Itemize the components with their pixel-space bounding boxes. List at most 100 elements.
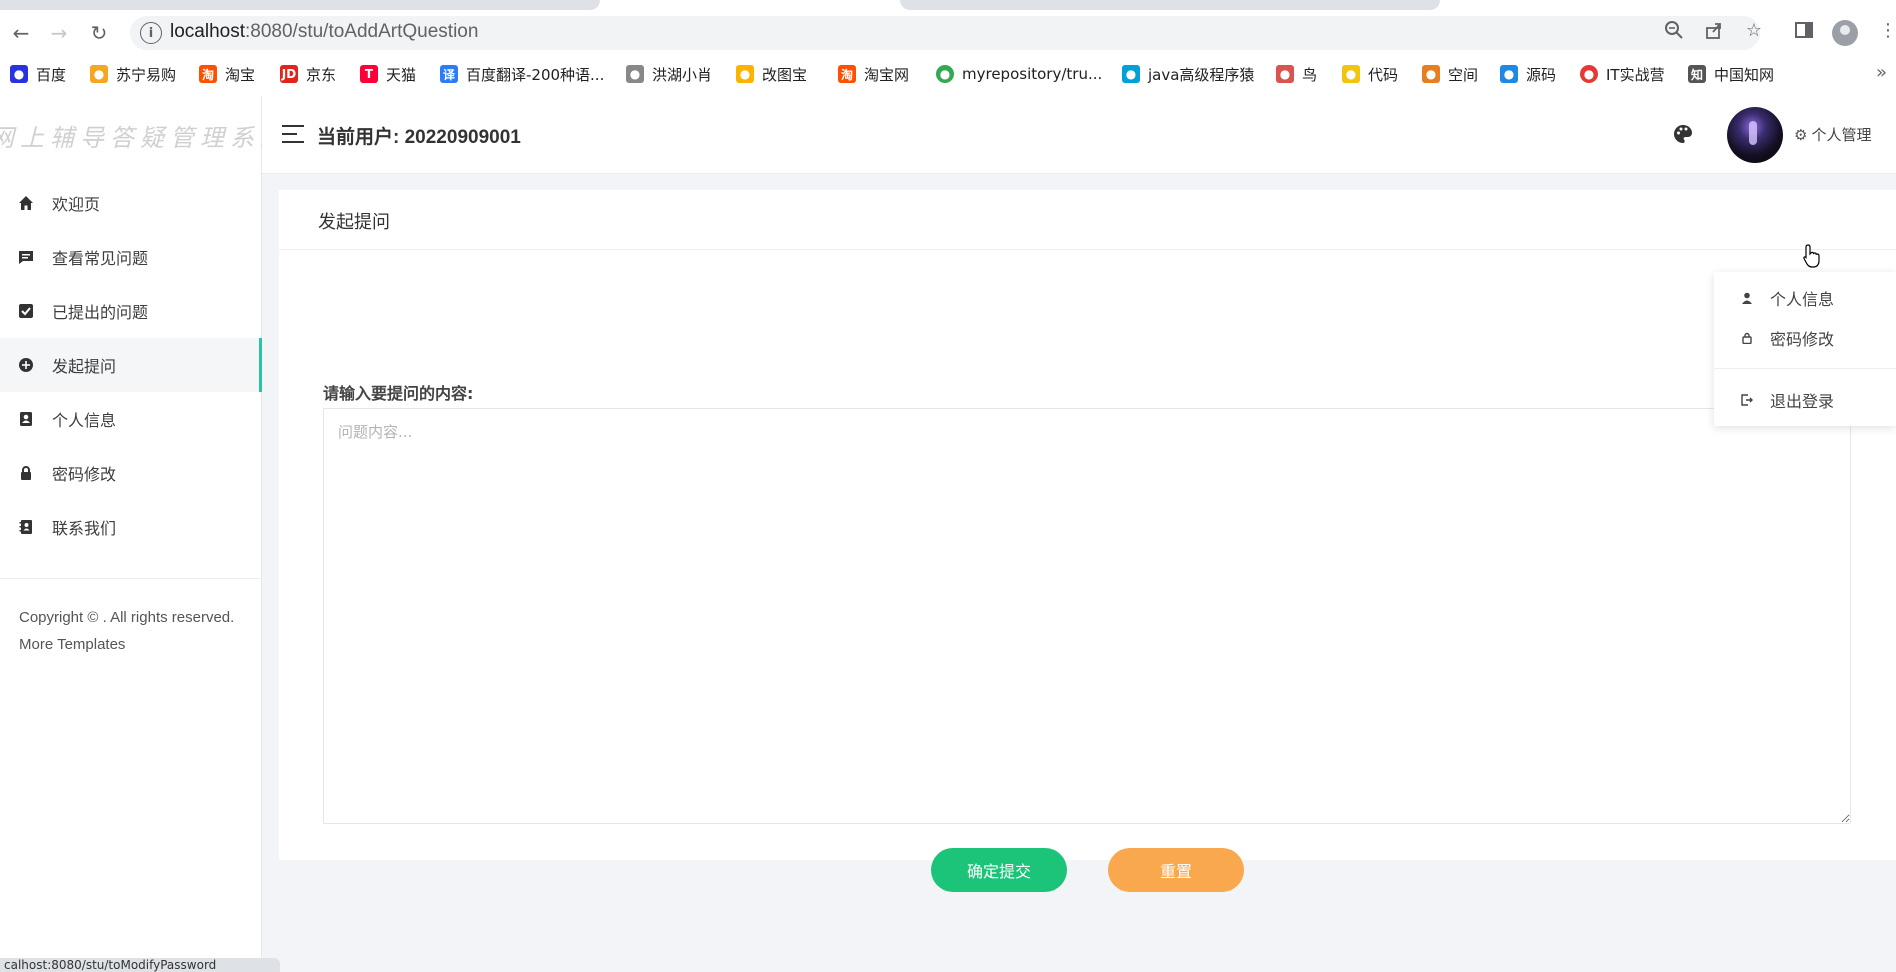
sidebar-item-profile[interactable]: 个人信息 bbox=[0, 392, 262, 446]
sidebar-item-label: 个人信息 bbox=[52, 411, 117, 430]
bookmark[interactable]: 淘淘宝网 bbox=[838, 62, 909, 86]
bookmark[interactable]: ● 空间 bbox=[1422, 62, 1478, 86]
bookmark-favicon: 淘 bbox=[838, 65, 856, 83]
sidebar-item-label: 密码修改 bbox=[52, 465, 117, 484]
top-navbar: 当前用户: 20220909001 ⚙ 个人管理 bbox=[262, 96, 1896, 174]
question-content-input[interactable] bbox=[323, 408, 1851, 824]
bookmark-favicon: 知 bbox=[1688, 65, 1706, 83]
bookmark[interactable]: ● 鸟 bbox=[1276, 62, 1317, 86]
reload-icon[interactable]: ↻ bbox=[86, 20, 112, 46]
lock-icon bbox=[1740, 331, 1754, 345]
sidebar-item-label: 欢迎页 bbox=[52, 195, 101, 214]
bookmark[interactable]: ● myrepository/tru... bbox=[936, 62, 1102, 86]
dropdown-item-profile[interactable]: 个人信息 bbox=[1714, 280, 1896, 316]
bookmark-label: 淘宝网 bbox=[864, 65, 910, 84]
bookmark-favicon: ● bbox=[1122, 65, 1140, 83]
bookmark-favicon: ● bbox=[90, 65, 108, 83]
question-content-label: 请输入要提问的内容: bbox=[323, 384, 474, 403]
bookmark-label: myrepository/tru... bbox=[962, 65, 1103, 83]
bookmark-label: 百度 bbox=[36, 65, 67, 84]
browser-chrome: ← → ↻ i localhost:8080/stu/toAddArtQuest… bbox=[0, 0, 1896, 96]
bookmark[interactable]: T 天猫 bbox=[360, 62, 416, 86]
sidebar-item-label: 联系我们 bbox=[52, 519, 117, 538]
bookmark[interactable]: 译百度翻译-200种语... bbox=[440, 62, 604, 86]
bookmark-label: 天猫 bbox=[386, 65, 417, 84]
bookmark-favicon: 淘 bbox=[199, 65, 217, 83]
bookmark-favicon: ● bbox=[736, 65, 754, 83]
browser-tab[interactable] bbox=[900, 0, 1440, 10]
bookmark-favicon: 译 bbox=[440, 65, 458, 83]
dropdown-item-label: 退出登录 bbox=[1770, 392, 1835, 411]
bookmark[interactable]: JD 京东 bbox=[280, 62, 336, 86]
bookmark[interactable]: ● 改图宝 bbox=[736, 62, 807, 86]
forward-icon[interactable]: → bbox=[46, 20, 72, 46]
bookmark[interactable]: ● 源码 bbox=[1500, 62, 1556, 86]
bookmark-star-icon[interactable]: ☆ bbox=[1742, 18, 1766, 42]
sidebar-item-welcome[interactable]: 欢迎页 bbox=[0, 176, 262, 230]
bookmark[interactable]: 知中国知网 bbox=[1688, 62, 1774, 86]
bookmark-favicon: ● bbox=[10, 65, 28, 83]
zoom-icon[interactable] bbox=[1662, 18, 1686, 42]
comment-icon bbox=[18, 249, 34, 265]
bookmark-label: 中国知网 bbox=[1714, 65, 1775, 84]
site-info-icon[interactable]: i bbox=[140, 22, 162, 44]
page-title: 发起提问 bbox=[318, 212, 390, 233]
sidebar-item-contact-us[interactable]: 联系我们 bbox=[0, 500, 262, 554]
url-input[interactable]: i localhost:8080/stu/toAddArtQuestion bbox=[130, 16, 1760, 50]
bookmark-label: 淘宝 bbox=[225, 65, 256, 84]
bookmark[interactable]: ● 百度 bbox=[10, 62, 66, 86]
bookmark[interactable]: ● java高级程序猿 bbox=[1122, 62, 1254, 86]
address-bar: ← → ↻ i localhost:8080/stu/toAddArtQuest… bbox=[0, 12, 1896, 54]
back-icon[interactable]: ← bbox=[8, 20, 34, 46]
bookmark[interactable]: ● IT实战营 bbox=[1580, 62, 1665, 86]
palette-icon[interactable] bbox=[1672, 123, 1694, 145]
tab-strip bbox=[0, 0, 1896, 12]
bookmark-label: 代码 bbox=[1368, 65, 1399, 84]
sidebar-item-label: 已提出的问题 bbox=[52, 303, 149, 322]
bookmark-favicon: ● bbox=[626, 65, 644, 83]
share-icon[interactable] bbox=[1702, 18, 1726, 42]
bookmark-label: 苏宁易购 bbox=[116, 65, 177, 84]
app-logo: 网上辅导答疑管理系统 bbox=[0, 124, 262, 148]
browser-tab[interactable] bbox=[0, 0, 600, 10]
sidebar-divider bbox=[0, 578, 262, 579]
side-panel-icon[interactable] bbox=[1792, 18, 1816, 42]
personal-management-label: 个人管理 bbox=[1811, 126, 1872, 144]
submit-button[interactable]: 确定提交 bbox=[931, 848, 1067, 892]
sidebar-item-change-password[interactable]: 密码修改 bbox=[0, 446, 262, 500]
home-icon bbox=[18, 195, 34, 211]
copyright-text: Copyright © . All rights reserved. More … bbox=[19, 609, 235, 653]
dropdown-item-label: 个人信息 bbox=[1770, 290, 1835, 309]
profile-avatar-icon[interactable] bbox=[1832, 20, 1858, 46]
bookmark-label: 改图宝 bbox=[762, 65, 808, 84]
plus-circle-icon bbox=[18, 357, 34, 373]
bookmark[interactable]: 淘淘宝 bbox=[199, 62, 255, 86]
dropdown-item-change-password[interactable]: 密码修改 bbox=[1714, 320, 1896, 356]
bookmark-label: IT实战营 bbox=[1606, 65, 1665, 84]
gear-icon: ⚙ bbox=[1794, 125, 1808, 144]
sidebar-item-asked-questions[interactable]: 已提出的问题 bbox=[0, 284, 262, 338]
bookmark-favicon: ● bbox=[1500, 65, 1518, 83]
user-avatar[interactable] bbox=[1727, 107, 1783, 163]
bookmark-label: 洪湖小肖 bbox=[652, 65, 713, 84]
bookmark-favicon: ● bbox=[1276, 65, 1294, 83]
bookmark[interactable]: ● 代码 bbox=[1342, 62, 1398, 86]
personal-management-menu: 个人信息 密码修改 退出登录 bbox=[1714, 272, 1896, 426]
sidebar-item-ask-question[interactable]: 发起提问 bbox=[0, 338, 262, 392]
dropdown-item-logout[interactable]: 退出登录 bbox=[1714, 382, 1896, 418]
hamburger-menu-icon[interactable] bbox=[282, 125, 304, 143]
contact-card-icon bbox=[18, 411, 34, 427]
bookmarks-overflow-icon[interactable]: » bbox=[1876, 62, 1887, 83]
address-book-icon bbox=[18, 519, 34, 535]
sidebar-item-faq[interactable]: 查看常见问题 bbox=[0, 230, 262, 284]
personal-management-dropdown-toggle[interactable]: ⚙ 个人管理 bbox=[1794, 124, 1871, 145]
reset-button[interactable]: 重置 bbox=[1108, 848, 1244, 892]
bookmark[interactable]: ● 苏宁易购 bbox=[90, 62, 176, 86]
bookmark[interactable]: ● 洪湖小肖 bbox=[626, 62, 712, 86]
logout-icon bbox=[1740, 393, 1754, 407]
bookmark-label: 鸟 bbox=[1302, 65, 1318, 84]
sidebar-menu: 欢迎页 查看常见问题 已提出的问题 发起提问 个人信息 密码修改 联系我们 bbox=[0, 176, 262, 554]
menu-kebab-icon[interactable]: ⋮ bbox=[1876, 18, 1896, 42]
bookmark-label: 百度翻译-200种语... bbox=[466, 65, 605, 84]
check-square-icon bbox=[18, 303, 34, 319]
